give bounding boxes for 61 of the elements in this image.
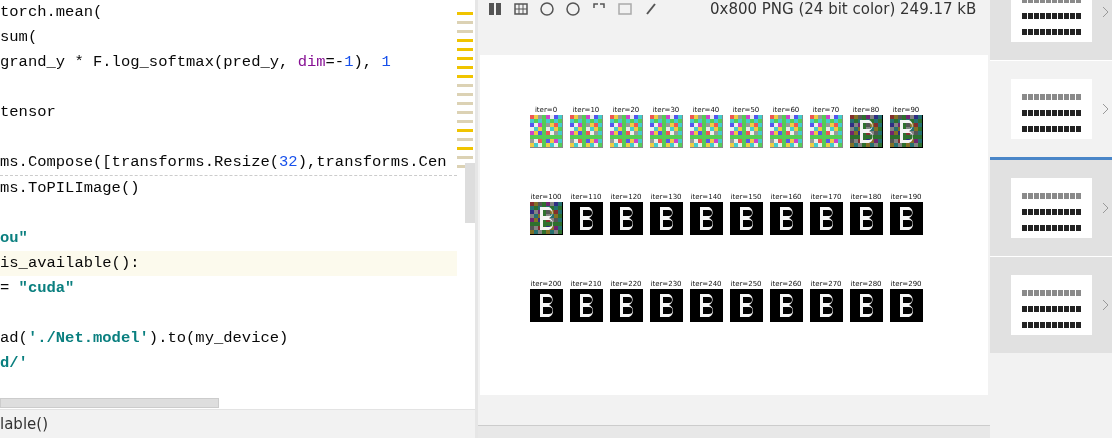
- code-token: sum(: [0, 27, 38, 48]
- noise-thumbnail: [649, 115, 683, 148]
- table-icon[interactable]: [514, 2, 528, 16]
- letter-thumbnail: [769, 289, 803, 322]
- code-token: ),: [353, 52, 374, 73]
- chevron-right-icon[interactable]: [1102, 103, 1110, 115]
- filmstrip-item[interactable]: [990, 157, 1112, 256]
- noise-thumbnail: [689, 115, 723, 148]
- code-token: tensor: [0, 102, 56, 123]
- letter-thumbnail: [689, 289, 723, 322]
- noisy-letter-thumbnail: [529, 202, 563, 235]
- code-token: d/': [0, 353, 28, 374]
- noisy-letter-thumbnail: [889, 115, 923, 148]
- letter-thumbnail: [729, 202, 763, 235]
- letter-thumbnail: [609, 289, 643, 322]
- letter-thumbnail: [809, 202, 843, 235]
- letter-thumbnail: [809, 289, 843, 322]
- noisy-letter-thumbnail: [849, 115, 883, 148]
- image-info: 0x800 PNG (24 bit color) 249.17 kB: [710, 0, 977, 18]
- noise-thumbnail: [529, 115, 563, 148]
- code-token: 32: [279, 152, 298, 173]
- horizontal-scrollbar[interactable]: [478, 425, 990, 438]
- horizontal-scrollbar[interactable]: [0, 398, 219, 408]
- code-token: =: [0, 278, 11, 299]
- code-token: grand_y * F.log_softmax(pred_y,: [0, 52, 290, 73]
- code-token: ad(: [0, 328, 28, 349]
- letter-thumbnail: [649, 289, 683, 322]
- noise-thumbnail: [729, 115, 763, 148]
- letter-thumbnail: [569, 202, 603, 235]
- code-token: ms.ToPILImage(): [0, 178, 140, 199]
- code-token: ms.Compose([transforms.Resize(: [0, 152, 280, 173]
- letter-thumbnail: [609, 202, 643, 235]
- letter-thumbnail: [689, 202, 723, 235]
- code-token: 1: [381, 52, 391, 73]
- letter-thumbnail: [849, 289, 883, 322]
- letter-thumbnail: [529, 289, 563, 322]
- letter-thumbnail: [769, 202, 803, 235]
- circle-icon[interactable]: [566, 2, 580, 16]
- noise-thumbnail: [769, 115, 803, 148]
- pencil-icon[interactable]: [644, 2, 658, 16]
- letter-thumbnail: [649, 202, 683, 235]
- noise-thumbnail: [609, 115, 643, 148]
- noise-thumbnail: [569, 115, 603, 148]
- code-token: dim: [297, 52, 326, 73]
- letter-thumbnail: [729, 289, 763, 322]
- code-token: "cuda": [18, 278, 75, 299]
- code-token: 1: [344, 52, 354, 73]
- letter-thumbnail: [889, 202, 923, 235]
- code-token: torch.mean(: [0, 2, 103, 23]
- code-token: =-: [325, 52, 345, 73]
- letter-thumbnail: [569, 289, 603, 322]
- code-token: ).to(my_device): [148, 328, 289, 349]
- code-token: ),transforms.Cen: [297, 152, 447, 173]
- letter-thumbnail: [889, 289, 923, 322]
- noise-thumbnail: [809, 115, 843, 148]
- code-token: './Net.model': [27, 328, 149, 349]
- breadcrumb[interactable]: lable(): [0, 415, 48, 433]
- scrollbar-thumb[interactable]: [465, 163, 475, 223]
- letter-thumbnail: [849, 202, 883, 235]
- code-token: ou": [0, 228, 28, 249]
- code-token: is_available():: [0, 253, 140, 274]
